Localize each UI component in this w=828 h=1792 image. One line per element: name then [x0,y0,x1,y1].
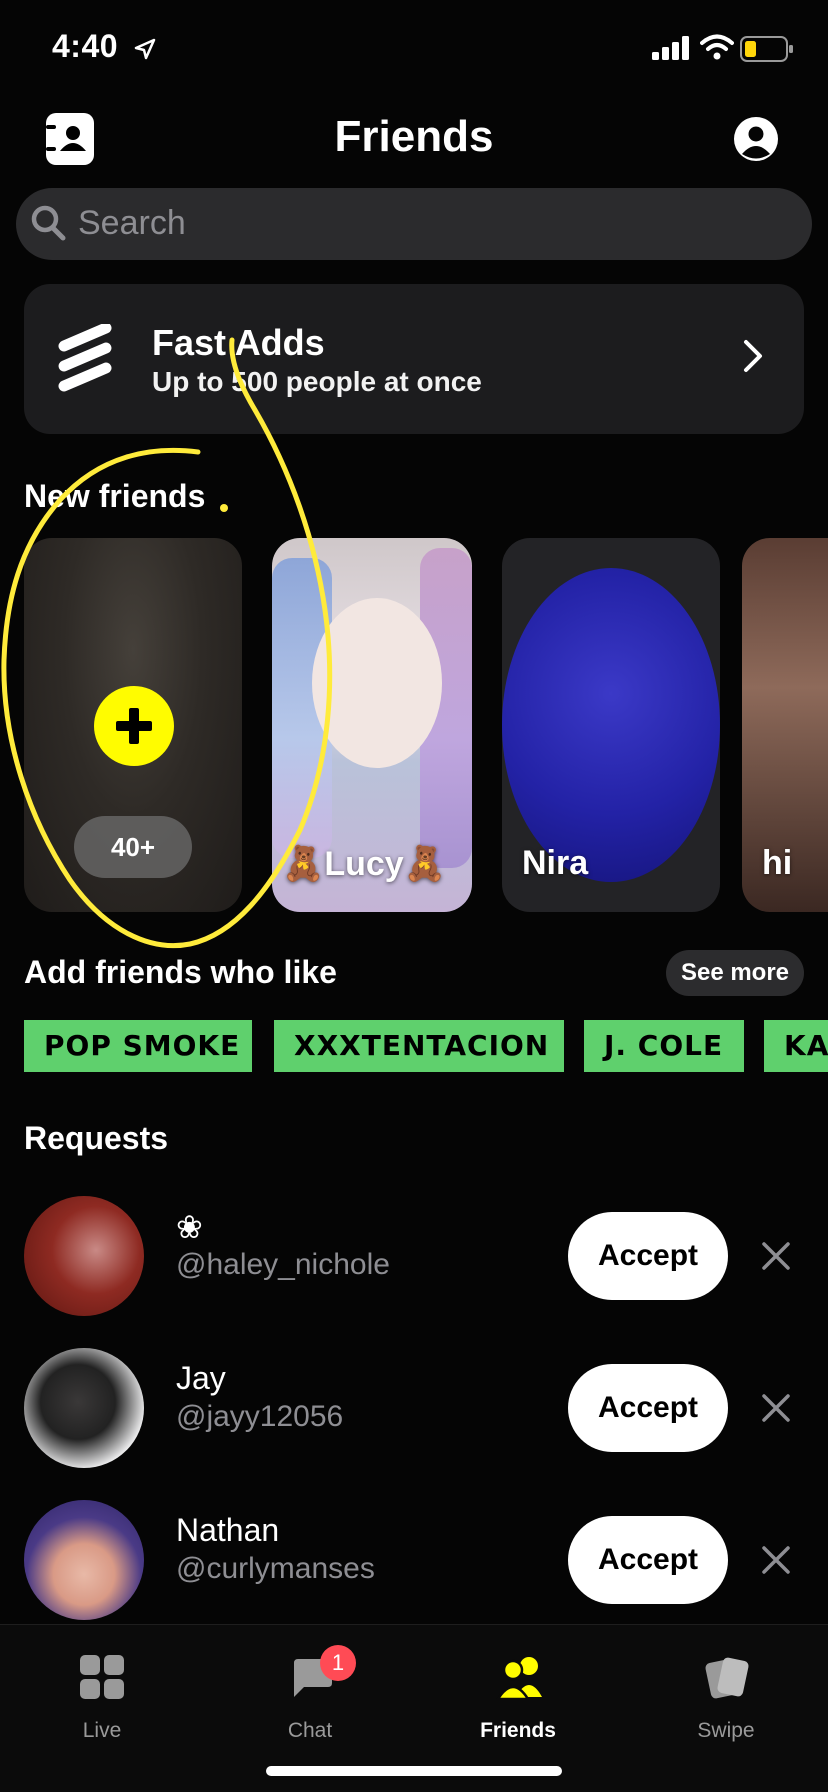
swipe-cards-icon [705,1657,749,1699]
status-bar: 4:40 [0,0,828,100]
accept-button[interactable]: Accept [568,1516,728,1604]
chevron-right-icon [744,340,762,372]
request-row: ❀ @haley_nichole Accept [0,1196,828,1316]
close-icon[interactable] [760,1544,792,1576]
wifi-icon [700,34,734,60]
friend-card-name: 🧸Lucy🧸 [282,845,447,883]
page-title: Friends [334,112,494,161]
home-indicator [266,1766,562,1776]
tab-label: Live [82,1719,122,1742]
request-handle: @jayy12056 [176,1400,344,1433]
search-input[interactable]: Search [16,188,812,260]
more-suggestions-card[interactable]: 40+ [24,538,242,912]
friend-card-name: Nira [522,844,589,882]
status-time: 4:40 [52,28,119,64]
add-friends-who-like-title: Add friends who like [24,954,337,990]
friend-card-hi[interactable]: hi [742,538,828,912]
avatar[interactable] [24,1348,144,1468]
fast-adds-subtitle: Up to 500 people at once [152,366,482,397]
profile-photo [502,568,720,882]
tab-swipe[interactable]: Swipe [656,1645,796,1745]
avatar[interactable] [24,1500,144,1620]
fast-adds-stack-icon [58,324,112,392]
friend-card-name: hi [762,844,793,882]
grid-icon [80,1655,124,1699]
interest-tag[interactable]: J. COLE [584,1020,744,1072]
fast-adds-banner[interactable]: Fast Adds Up to 500 people at once [24,284,804,434]
request-name: Jay [176,1360,226,1396]
accept-button[interactable]: Accept [568,1212,728,1300]
see-more-button[interactable]: See more [666,950,804,996]
request-handle: @curlymanses [176,1552,375,1585]
friend-card-nira[interactable]: Nira [502,538,720,912]
request-row: Jay @jayy12056 Accept [0,1348,828,1468]
new-friends-title: New friends [24,478,206,514]
search-placeholder: Search [78,204,186,242]
location-arrow-icon [134,38,156,60]
profile-icon[interactable] [733,116,779,162]
tab-chat[interactable]: 1 Chat [240,1645,380,1745]
interest-tag[interactable]: POP SMOKE [24,1020,252,1072]
search-icon [31,205,66,241]
fast-adds-title: Fast Adds [152,322,325,363]
header: Friends [0,108,828,172]
friend-card-lucy[interactable]: 🧸Lucy🧸 [272,538,472,912]
tab-label: Swipe [697,1719,755,1742]
request-name: Nathan [176,1512,280,1548]
interest-tag[interactable]: KA [764,1020,828,1072]
close-icon[interactable] [760,1392,792,1424]
close-icon[interactable] [760,1240,792,1272]
unread-badge: 1 [320,1645,356,1681]
cell-signal-icon [652,36,689,60]
tab-label: Friends [480,1719,556,1742]
profile-photo [312,598,442,768]
battery-low-icon [740,36,793,62]
tab-live[interactable]: Live [32,1645,172,1745]
avatar[interactable] [24,1196,144,1316]
friends-icon [496,1657,542,1699]
requests-title: Requests [24,1120,169,1156]
request-name: ❀ [176,1209,203,1245]
interest-tag[interactable]: XXXTENTACION [274,1020,564,1072]
tab-friends[interactable]: Friends [448,1645,588,1745]
add-more-button[interactable] [94,686,174,766]
accept-button[interactable]: Accept [568,1364,728,1452]
suggestion-count: 40+ [74,816,192,878]
tab-label: Chat [287,1719,333,1742]
request-row: Nathan @curlymanses Accept [0,1500,828,1620]
request-handle: @haley_nichole [176,1248,390,1281]
